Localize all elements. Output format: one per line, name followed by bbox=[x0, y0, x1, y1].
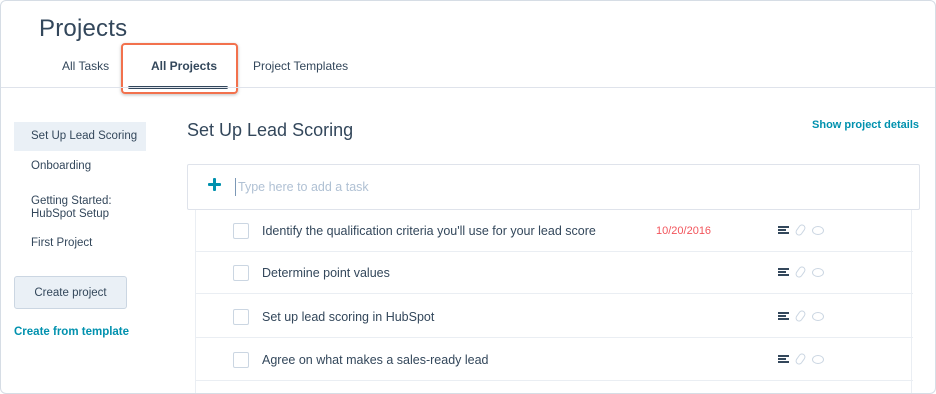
task-checkbox[interactable] bbox=[233, 352, 249, 368]
sidebar-item-first-project[interactable]: First Project bbox=[14, 229, 146, 258]
plus-icon[interactable] bbox=[207, 177, 223, 193]
comment-icon[interactable] bbox=[812, 355, 824, 364]
task-row: Determine point values bbox=[196, 252, 913, 294]
page-title: Projects bbox=[39, 15, 128, 42]
task-text[interactable]: Determine point values bbox=[262, 266, 390, 280]
paperclip-icon[interactable] bbox=[794, 223, 807, 237]
task-row: Identify the qualification criteria you'… bbox=[196, 210, 913, 252]
tab-all-tasks[interactable]: All Tasks bbox=[62, 59, 109, 73]
note-icon[interactable] bbox=[778, 355, 789, 364]
paperclip-icon[interactable] bbox=[794, 352, 807, 366]
task-checkbox[interactable] bbox=[233, 265, 249, 281]
task-checkbox[interactable] bbox=[233, 223, 249, 239]
project-title: Set Up Lead Scoring bbox=[187, 120, 354, 140]
task-text[interactable]: Set up lead scoring in HubSpot bbox=[262, 310, 434, 324]
comment-icon[interactable] bbox=[812, 312, 824, 321]
task-list: Identify the qualification criteria you'… bbox=[195, 210, 913, 393]
sidebar-item-onboarding[interactable]: Onboarding bbox=[14, 152, 146, 181]
note-icon[interactable] bbox=[778, 226, 789, 235]
task-text[interactable]: Identify the qualification criteria you'… bbox=[262, 224, 596, 238]
paperclip-icon[interactable] bbox=[794, 309, 807, 323]
task-row: Agree on what makes a sales-ready lead bbox=[196, 339, 913, 381]
task-due-date: 10/20/2016 bbox=[656, 225, 712, 237]
sidebar-item-set-up-lead-scoring[interactable]: Set Up Lead Scoring bbox=[14, 122, 146, 151]
tab-project-templates[interactable]: Project Templates bbox=[253, 59, 348, 73]
sidebar-item-getting-started[interactable]: Getting Started: HubSpot Setup bbox=[14, 187, 126, 229]
comment-icon[interactable] bbox=[812, 268, 824, 277]
add-task-input[interactable] bbox=[235, 178, 875, 196]
note-icon[interactable] bbox=[778, 312, 789, 321]
add-task-bar bbox=[187, 164, 920, 210]
note-icon[interactable] bbox=[778, 268, 789, 277]
create-project-button[interactable]: Create project bbox=[14, 276, 127, 309]
task-text[interactable]: Agree on what makes a sales-ready lead bbox=[262, 353, 489, 367]
comment-icon[interactable] bbox=[812, 226, 824, 235]
create-from-template-link[interactable]: Create from template bbox=[14, 326, 129, 338]
paperclip-icon[interactable] bbox=[794, 265, 807, 279]
task-checkbox[interactable] bbox=[233, 309, 249, 325]
task-row: Set up lead scoring in HubSpot bbox=[196, 296, 913, 338]
show-project-details-link[interactable]: Show project details bbox=[812, 119, 919, 131]
header-divider bbox=[1, 87, 935, 88]
projects-window: Projects All Tasks All Projects Project … bbox=[0, 0, 936, 394]
